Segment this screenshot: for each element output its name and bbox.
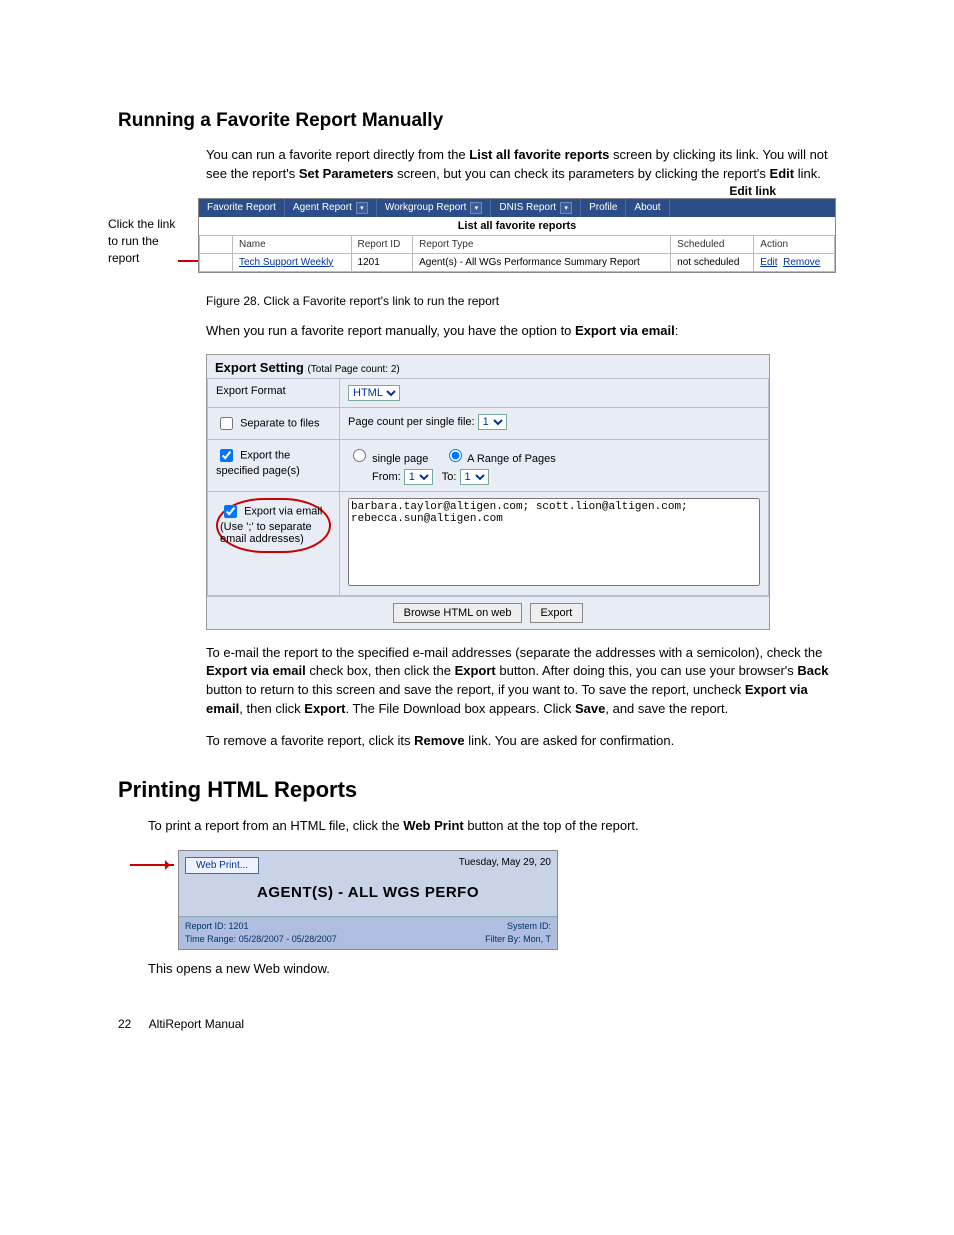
figure-favorite-list: Edit link Click the link to run the repo… bbox=[118, 198, 836, 288]
single-page-radio[interactable] bbox=[353, 449, 366, 462]
heading-printing-html: Printing HTML Reports bbox=[118, 777, 836, 803]
report-date: Tuesday, May 29, 20 bbox=[459, 857, 551, 874]
label-single-page: single page bbox=[372, 453, 428, 465]
cell-scheduled: not scheduled bbox=[671, 253, 754, 271]
to-select[interactable]: 1 bbox=[460, 469, 489, 485]
tab-agent-report[interactable]: Agent Report▾ bbox=[285, 199, 377, 217]
favorite-reports-table: Name Report ID Report Type Scheduled Act… bbox=[199, 235, 835, 272]
remove-instructions-paragraph: To remove a favorite report, click its R… bbox=[206, 732, 836, 751]
cell-report-id: 1201 bbox=[351, 253, 413, 271]
col-name: Name bbox=[233, 235, 352, 253]
remove-link[interactable]: Remove bbox=[783, 257, 820, 268]
web-print-button[interactable]: Web Print... bbox=[185, 857, 259, 874]
text: screen, but you can check its parameters… bbox=[393, 166, 769, 181]
separate-files-checkbox[interactable] bbox=[220, 417, 233, 430]
text: link. bbox=[794, 166, 821, 181]
list-title: List all favorite reports bbox=[199, 217, 835, 235]
col-scheduled: Scheduled bbox=[671, 235, 754, 253]
label-separate-files: Separate to files bbox=[240, 417, 320, 429]
text-bold: Edit bbox=[770, 166, 795, 181]
export-button[interactable]: Export bbox=[530, 603, 584, 623]
report-title: AGENT(S) - ALL WGS PERFO bbox=[179, 884, 557, 901]
heading-running-favorite: Running a Favorite Report Manually bbox=[118, 110, 836, 132]
page-count-select[interactable]: 1 bbox=[478, 414, 507, 430]
cell-report-type: Agent(s) - All WGs Performance Summary R… bbox=[413, 253, 671, 271]
page-footer: 22 AltiReport Manual bbox=[118, 1017, 244, 1031]
tab-favorite-report[interactable]: Favorite Report bbox=[199, 199, 285, 217]
export-email-checkbox[interactable] bbox=[224, 505, 237, 518]
text: You can run a favorite report directly f… bbox=[206, 147, 469, 162]
email-instructions-paragraph: To e-mail the report to the specified e-… bbox=[206, 644, 836, 719]
col-report-id: Report ID bbox=[351, 235, 413, 253]
label-range-pages: A Range of Pages bbox=[467, 453, 556, 465]
label-from: From: bbox=[372, 471, 401, 483]
export-format-select[interactable]: HTML bbox=[348, 385, 400, 401]
label-filter: Filter By: Mon, T bbox=[485, 933, 551, 946]
print-instructions-paragraph: To print a report from an HTML file, cli… bbox=[148, 817, 836, 836]
figure-caption: Figure 28. Click a Favorite report's lin… bbox=[206, 294, 836, 308]
export-email-paragraph: When you run a favorite report manually,… bbox=[206, 322, 836, 341]
col-report-type: Report Type bbox=[413, 235, 671, 253]
export-setting-panel: Export Setting (Total Page count: 2) Exp… bbox=[206, 354, 770, 630]
edit-link[interactable]: Edit bbox=[760, 257, 777, 268]
annotation-click-link: Click the link to run the report bbox=[108, 216, 188, 268]
label-time-range: Time Range: 05/28/2007 - 05/28/2007 bbox=[185, 933, 337, 946]
browse-html-button[interactable]: Browse HTML on web bbox=[393, 603, 523, 623]
annotation-circle: Export via email (Use ';' to separate em… bbox=[216, 498, 331, 553]
range-pages-radio[interactable] bbox=[449, 449, 462, 462]
label-export-email: Export via email bbox=[244, 505, 322, 517]
tab-workgroup-report[interactable]: Workgroup Report▾ bbox=[377, 199, 492, 217]
text-bold: Set Parameters bbox=[299, 166, 394, 181]
page-number: 22 bbox=[118, 1017, 146, 1031]
figure-web-print: Web Print... Tuesday, May 29, 20 AGENT(S… bbox=[178, 850, 558, 950]
label-report-id: Report ID: 1201 bbox=[185, 920, 337, 933]
tab-about[interactable]: About bbox=[626, 199, 669, 217]
chevron-down-icon[interactable]: ▾ bbox=[560, 202, 572, 214]
col-action: Action bbox=[754, 235, 835, 253]
annotation-edit-link: Edit link bbox=[729, 184, 776, 198]
export-pages-checkbox[interactable] bbox=[220, 449, 233, 462]
footer-title: AltiReport Manual bbox=[149, 1017, 244, 1031]
label-system-id: System ID: bbox=[485, 920, 551, 933]
report-name-link[interactable]: Tech Support Weekly bbox=[239, 257, 333, 268]
from-select[interactable]: 1 bbox=[404, 469, 433, 485]
label-page-count: Page count per single file: bbox=[348, 416, 475, 428]
arrow-icon bbox=[130, 864, 174, 866]
favorite-report-screenshot: Favorite Report Agent Report▾ Workgroup … bbox=[198, 198, 836, 273]
label-email-hint: (Use ';' to separate email addresses) bbox=[220, 521, 312, 545]
chevron-down-icon[interactable]: ▾ bbox=[470, 202, 482, 214]
text-bold: List all favorite reports bbox=[469, 147, 609, 162]
chevron-down-icon[interactable]: ▾ bbox=[356, 202, 368, 214]
intro-paragraph: You can run a favorite report directly f… bbox=[206, 146, 836, 184]
tab-profile[interactable]: Profile bbox=[581, 199, 626, 217]
label-export-format: Export Format bbox=[208, 378, 340, 407]
email-addresses-textarea[interactable] bbox=[348, 498, 760, 586]
opens-window-paragraph: This opens a new Web window. bbox=[148, 960, 836, 979]
tab-dnis-report[interactable]: DNIS Report▾ bbox=[491, 199, 581, 217]
label-to: To: bbox=[442, 471, 457, 483]
panel-title: Export Setting (Total Page count: 2) bbox=[207, 355, 769, 378]
tab-bar: Favorite Report Agent Report▾ Workgroup … bbox=[199, 199, 835, 217]
table-row: Tech Support Weekly 1201 Agent(s) - All … bbox=[200, 253, 835, 271]
